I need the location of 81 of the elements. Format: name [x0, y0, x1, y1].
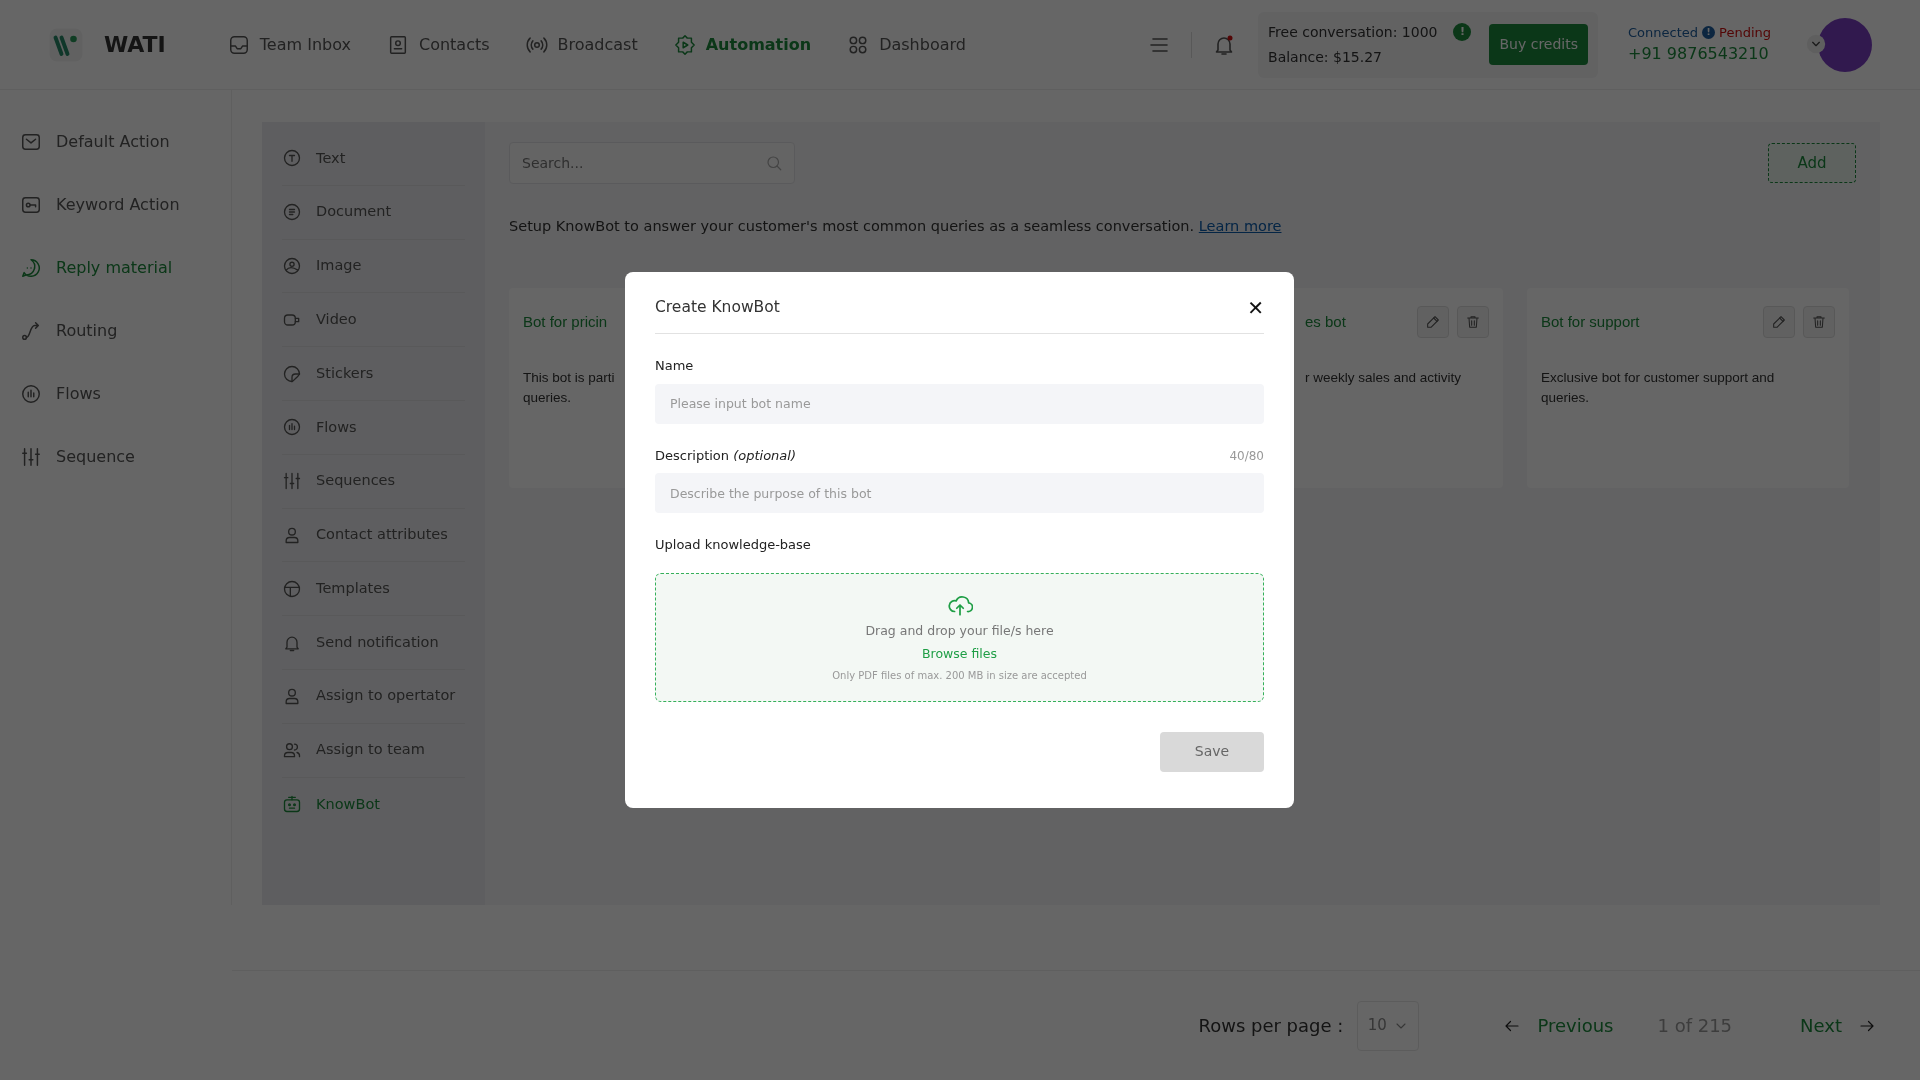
sidebar-item[interactable]: Reply material — [0, 236, 231, 299]
document-circle-icon — [282, 202, 302, 223]
bot-title: Bot for support — [1541, 311, 1640, 332]
next-link[interactable]: Next — [1800, 1012, 1876, 1039]
delete-button[interactable] — [1803, 305, 1835, 338]
nav-tab[interactable]: Broadcast — [525, 32, 638, 57]
character-counter: 40/80 — [1229, 447, 1264, 465]
sticker-icon — [282, 363, 302, 384]
pencil-icon — [1771, 313, 1787, 330]
sidebar-item[interactable]: Routing — [0, 299, 231, 362]
sidebar-item[interactable]: Flows — [0, 362, 231, 425]
balance-text: Balance: $15.27 — [1268, 47, 1384, 67]
search-icon — [765, 154, 783, 172]
reply-type-item[interactable]: Text — [282, 132, 465, 186]
bot-description: r weekly sales and activity — [1305, 368, 1462, 387]
buy-credits-button[interactable]: Buy credits — [1489, 24, 1588, 65]
edit-button[interactable] — [1763, 305, 1795, 338]
bar-chart-circle-icon — [20, 382, 42, 405]
trash-icon — [1465, 313, 1481, 330]
inbox-icon — [227, 33, 250, 56]
info-badge: ! — [1702, 26, 1715, 39]
description-label: Description (optional) — [655, 446, 796, 465]
nav-tab[interactable]: Automation — [673, 32, 812, 57]
pencil-icon — [1425, 313, 1441, 330]
sidebar-item[interactable]: Default Action — [0, 110, 231, 173]
close-button[interactable]: ✕ — [1247, 297, 1264, 318]
reply-type-item[interactable]: Send notification — [282, 616, 465, 670]
file-drop-zone[interactable]: Drag and drop your file/s here Browse files Only PDF files of max. 200 MB in size are accepted — [655, 572, 1264, 702]
upload-label: Upload knowledge-base — [655, 536, 812, 555]
add-button[interactable]: Add — [1768, 143, 1856, 183]
text-circle-icon — [282, 148, 302, 169]
brand-name: WATI — [104, 31, 166, 59]
robot-icon — [282, 794, 302, 815]
route-icon — [20, 319, 42, 342]
reply-type-item[interactable]: Flows — [282, 401, 465, 455]
previous-link[interactable]: Previous — [1503, 1012, 1614, 1039]
edit-button[interactable] — [1417, 305, 1449, 338]
sliders-icon — [282, 471, 302, 492]
reply-type-item[interactable]: Templates — [282, 562, 465, 617]
name-field[interactable]: Please input bot name — [655, 383, 1264, 424]
sidebar-item[interactable]: Sequence — [0, 425, 231, 488]
reply-type-item[interactable]: Assign to opertator — [282, 669, 465, 724]
reply-type-item[interactable]: Contact attributes — [282, 508, 465, 563]
sliders-icon — [20, 445, 42, 468]
file-requirements-text: Only PDF files of max. 200 MB in size are accepted — [832, 668, 1087, 683]
template-circle-icon — [282, 578, 302, 599]
bot-title: es bot — [1305, 311, 1346, 332]
bot-description: This bot is parti queries. — [523, 368, 615, 407]
connection-status: Connected — [1628, 23, 1698, 42]
phone-number: +91 9876543210 — [1628, 43, 1770, 66]
name-label: Name — [655, 357, 695, 376]
reply-type-item[interactable]: Stickers — [282, 347, 465, 401]
bot-description: Exclusive bot for customer support and queries. — [1541, 368, 1775, 407]
grid-icon — [847, 33, 870, 56]
reply-type-item[interactable]: Assign to team — [282, 723, 465, 778]
bot-title: Bot for pricin — [523, 311, 608, 332]
gear-icon — [673, 33, 696, 56]
intro-text: Setup KnowBot to answer your customer's most common queries as a seamless conversation. Learn more — [509, 217, 1283, 236]
alert-badge: ! — [1453, 23, 1472, 41]
reply-type-item[interactable]: Image — [282, 239, 465, 294]
bar-chart-circle-icon — [282, 417, 302, 438]
chevron-down-icon — [1806, 33, 1826, 54]
browse-files-link[interactable]: Browse files — [921, 644, 997, 664]
drop-instructions: Drag and drop your file/s here — [865, 622, 1054, 640]
nav-tab[interactable]: Dashboard — [847, 32, 966, 57]
image-circle-icon — [282, 256, 302, 276]
reply-type-item[interactable]: KnowBot — [282, 777, 465, 832]
reply-type-item[interactable]: Video — [282, 293, 465, 348]
pending-status: Pending — [1719, 23, 1771, 42]
description-field[interactable]: Describe the purpose of this bot — [655, 473, 1264, 514]
reply-type-item[interactable]: Sequences — [282, 454, 465, 509]
free-conversation-text: Free conversation: 1000 — [1268, 22, 1438, 42]
nav-tab[interactable]: Contacts — [386, 32, 490, 57]
reply-type-item[interactable]: Document — [282, 185, 465, 240]
trash-icon — [1811, 313, 1827, 330]
learn-more-link[interactable]: Learn more — [1198, 218, 1282, 234]
nav-tab[interactable]: Team Inbox — [227, 32, 351, 57]
sidebar-item[interactable]: Keyword Action — [0, 173, 231, 236]
dialog-title: Create KnowBot — [655, 297, 780, 318]
delete-button[interactable] — [1457, 305, 1489, 338]
rows-per-page-label: Rows per page : — [1198, 1014, 1344, 1038]
